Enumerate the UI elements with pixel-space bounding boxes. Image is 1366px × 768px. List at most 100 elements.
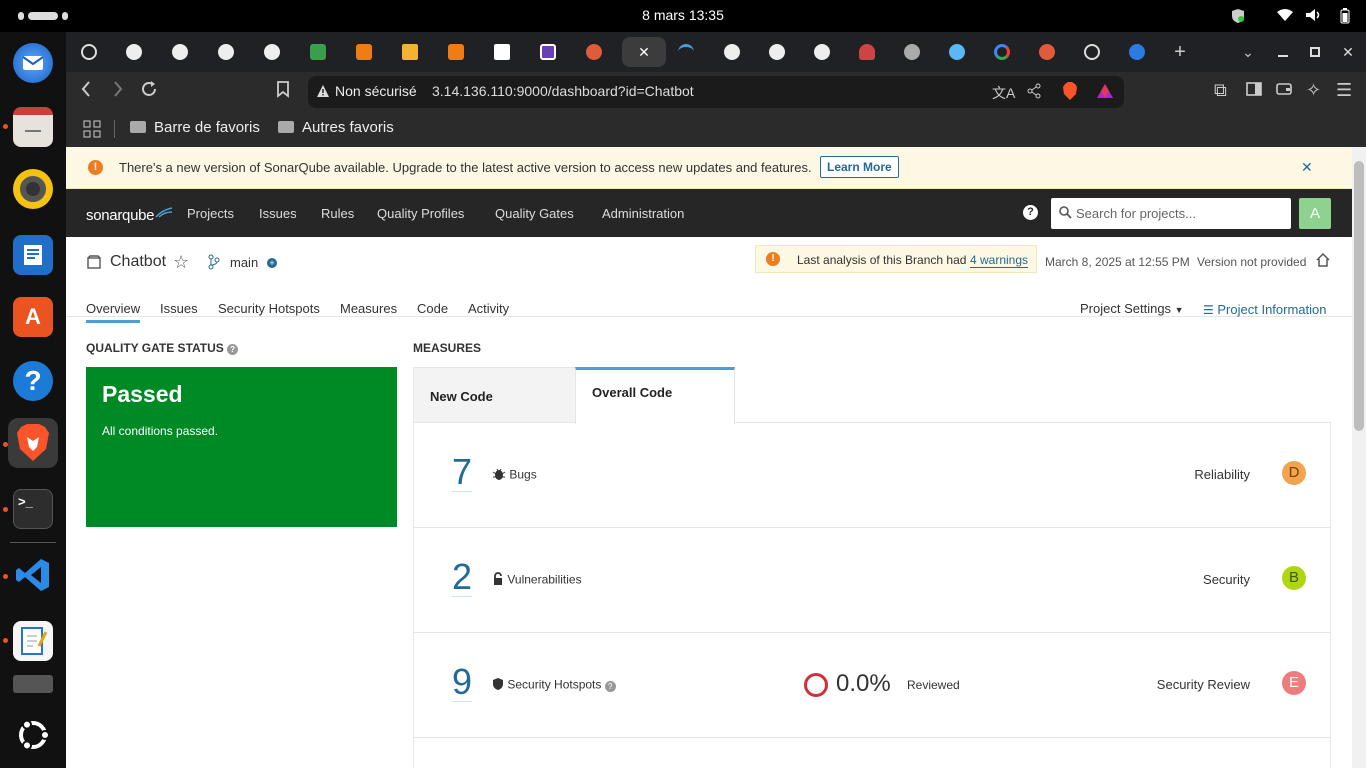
help-icon[interactable]: ?: [227, 344, 239, 355]
sonarqube-logo[interactable]: sonarqube: [86, 204, 174, 224]
tab-overall-code[interactable]: Overall Code: [575, 367, 735, 424]
removable-drive-launcher[interactable]: [8, 672, 58, 696]
share-icon[interactable]: [1027, 83, 1041, 102]
tab-green-app[interactable]: [296, 40, 340, 64]
close-icon[interactable]: ✕: [638, 44, 650, 61]
sidebar-icon[interactable]: [1246, 80, 1262, 101]
warnings-link[interactable]: 4 warnings: [970, 253, 1029, 268]
apps-grid-icon[interactable]: [83, 120, 101, 142]
brave-rewards-icon[interactable]: [1096, 83, 1114, 102]
leo-ai-icon[interactable]: ✧: [1306, 80, 1321, 101]
tab-measures[interactable]: Measures: [340, 301, 397, 316]
back-button[interactable]: [80, 80, 92, 103]
bookmark-folder-other[interactable]: Autres favoris: [278, 119, 394, 136]
tab-github-5[interactable]: [710, 40, 754, 64]
text-editor-launcher[interactable]: [8, 616, 58, 666]
nav-administration[interactable]: Administration: [602, 206, 684, 221]
project-name[interactable]: Chatbot: [110, 253, 166, 271]
tab-github-7[interactable]: [800, 40, 844, 64]
project-search-input[interactable]: Search for projects...: [1051, 198, 1291, 229]
thunderbird-launcher[interactable]: [8, 38, 58, 88]
tab-brave-2[interactable]: [1025, 40, 1069, 64]
writer-launcher[interactable]: [8, 230, 58, 280]
tab-sonarqube-active[interactable]: ✕: [622, 37, 666, 67]
security-rating-badge[interactable]: B: [1282, 566, 1306, 590]
nav-issues[interactable]: Issues: [259, 206, 297, 221]
bugs-count[interactable]: 7: [452, 453, 473, 492]
tab-globe[interactable]: [890, 40, 934, 64]
battery-icon[interactable]: [1340, 8, 1350, 27]
bookmark-button[interactable]: [276, 80, 290, 103]
clock[interactable]: 8 mars 13:35: [0, 7, 1366, 23]
security-review-rating-badge[interactable]: E: [1282, 671, 1306, 695]
tab-overview[interactable]: Overview: [86, 301, 141, 323]
tab-brave-1[interactable]: [572, 40, 616, 64]
tab-orange-app-1[interactable]: [342, 40, 386, 64]
tab-github-1[interactable]: [112, 40, 156, 64]
bookmark-folder-favorites[interactable]: Barre de favoris: [130, 119, 260, 136]
translate-icon[interactable]: 文A: [992, 83, 1015, 103]
new-tab-button[interactable]: +: [1158, 40, 1202, 64]
reviewed-percentage[interactable]: 0.0%: [836, 670, 891, 698]
app-center-launcher[interactable]: A: [8, 292, 58, 342]
help-launcher[interactable]: ?: [8, 356, 58, 406]
tab-box-app[interactable]: [388, 40, 432, 64]
show-apps-launcher[interactable]: [8, 710, 58, 760]
tab-openai[interactable]: [67, 40, 111, 64]
nav-projects[interactable]: Projects: [187, 206, 234, 221]
tab-code[interactable]: Code: [417, 301, 448, 316]
files-launcher[interactable]: [8, 102, 58, 152]
favorite-star-icon[interactable]: ☆: [173, 252, 189, 273]
tab-new-code[interactable]: New Code: [413, 367, 575, 423]
url-text[interactable]: 3.14.136.110:9000/dashboard?id=Chatbot: [432, 83, 694, 99]
wallet-icon[interactable]: [1276, 80, 1292, 101]
tab-hashicorp[interactable]: [480, 40, 524, 64]
wifi-icon[interactable]: [1276, 8, 1294, 25]
vulnerabilities-count[interactable]: 2: [452, 558, 473, 597]
scrollbar-thumb[interactable]: [1354, 161, 1364, 431]
home-icon[interactable]: [1315, 252, 1331, 273]
nav-quality-profiles[interactable]: Quality Profiles: [377, 206, 464, 221]
tab-blue-app[interactable]: [1115, 40, 1159, 64]
tab-github-4[interactable]: [250, 40, 294, 64]
dismiss-banner-icon[interactable]: ✕: [1301, 159, 1313, 176]
reliability-rating-badge[interactable]: D: [1282, 461, 1306, 485]
page-scrollbar[interactable]: [1352, 147, 1366, 768]
rhythmbox-launcher[interactable]: [8, 164, 58, 214]
warning-triangle-icon[interactable]: [316, 84, 330, 101]
terminal-launcher[interactable]: >_: [8, 484, 58, 534]
vscode-launcher[interactable]: [8, 550, 58, 600]
tab-github-6[interactable]: [755, 40, 799, 64]
tab-openai-2[interactable]: [1070, 40, 1114, 64]
nav-quality-gates[interactable]: Quality Gates: [495, 206, 574, 221]
help-icon[interactable]: ?: [604, 680, 616, 692]
project-information-link[interactable]: ☰ Project Information: [1203, 302, 1327, 317]
menu-icon[interactable]: ☰: [1336, 80, 1352, 101]
help-icon[interactable]: ?: [1023, 205, 1038, 220]
tab-sonarqube-2[interactable]: [664, 40, 708, 64]
branch-name[interactable]: main: [230, 255, 258, 270]
security-hotspots-count[interactable]: 9: [452, 663, 473, 702]
branch-info-icon[interactable]: +: [267, 258, 277, 268]
brave-shields-icon[interactable]: [1062, 82, 1078, 103]
reload-button[interactable]: [140, 80, 158, 103]
tab-issues[interactable]: Issues: [160, 301, 198, 316]
tab-orange-app-2[interactable]: [434, 40, 478, 64]
forward-button[interactable]: [112, 80, 124, 103]
address-bar[interactable]: Non sécurisé 3.14.136.110:9000/dashboard…: [308, 76, 1124, 108]
security-status-label[interactable]: Non sécurisé: [335, 83, 417, 99]
project-settings-menu[interactable]: Project Settings ▼: [1080, 301, 1184, 316]
learn-more-button[interactable]: Learn More: [820, 156, 899, 178]
tab-chat[interactable]: [935, 40, 979, 64]
brave-launcher[interactable]: [8, 418, 58, 468]
window-close-button[interactable]: ✕: [1326, 40, 1366, 64]
nav-rules[interactable]: Rules: [321, 206, 354, 221]
volume-icon[interactable]: [1305, 8, 1323, 25]
tab-github-3[interactable]: [204, 40, 248, 64]
tab-security-hotspots[interactable]: Security Hotspots: [218, 301, 320, 316]
user-avatar[interactable]: A: [1299, 198, 1331, 229]
extensions-icon[interactable]: ⧉: [1214, 80, 1227, 101]
tab-github-2[interactable]: [158, 40, 202, 64]
tab-rocket-app[interactable]: [845, 40, 889, 64]
tab-google[interactable]: [980, 40, 1024, 64]
